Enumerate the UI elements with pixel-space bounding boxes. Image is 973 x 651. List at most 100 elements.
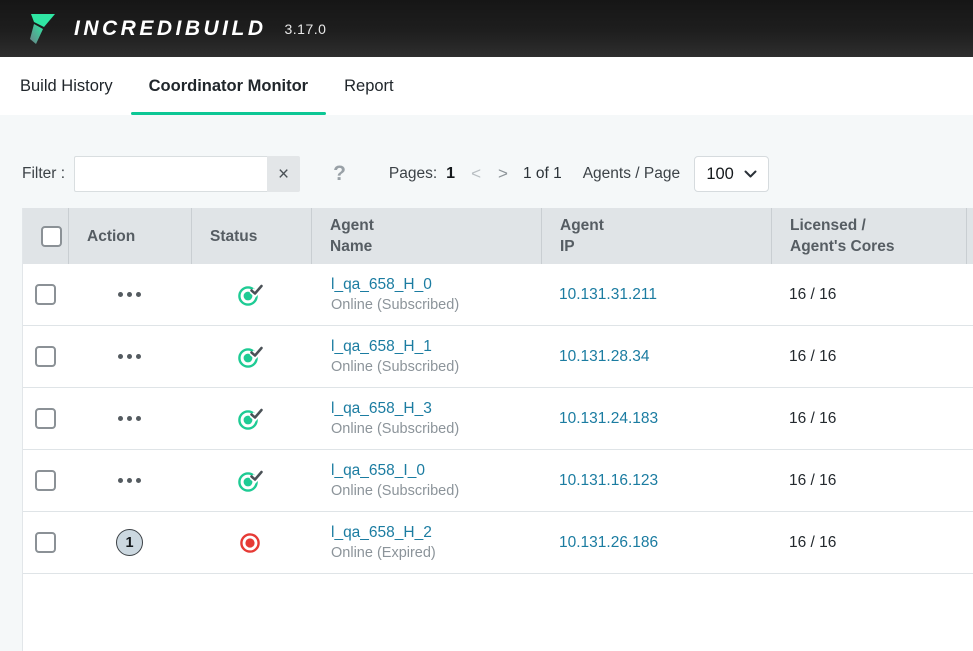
tab-label: Build History: [20, 77, 113, 96]
column-header-label: Status: [210, 226, 311, 247]
select-all-checkbox[interactable]: [41, 226, 62, 247]
agent-ip: 10.131.31.211: [559, 286, 657, 304]
column-header-label: Licensed /: [790, 215, 966, 236]
row-checkbox[interactable]: [35, 470, 56, 491]
table-empty-space: [23, 574, 973, 651]
agent-name-cell: l_qa_658_H_0 Online (Subscribed): [311, 276, 541, 313]
agent-name-link[interactable]: l_qa_658_H_0: [331, 276, 432, 294]
select-all-header-cell: [23, 208, 68, 264]
agent-name-cell: l_qa_658_H_2 Online (Expired): [311, 524, 541, 561]
status-online-subscribed-icon: [237, 468, 265, 494]
agent-status-text: Online (Expired): [331, 545, 436, 561]
cores-cell: 16 / 16: [771, 286, 966, 304]
previous-page-icon[interactable]: <: [471, 164, 481, 184]
row-checkbox[interactable]: [35, 346, 56, 367]
row-checkbox[interactable]: [35, 408, 56, 429]
row-select-cell: [23, 408, 68, 429]
column-header-agent-ip: Agent IP: [541, 208, 771, 264]
licensed-cores: 16 / 16: [789, 286, 836, 304]
agent-status-text: Online (Subscribed): [331, 483, 459, 499]
licensed-cores: 16 / 16: [789, 472, 836, 490]
filter-input-group: ×: [74, 156, 300, 192]
row-checkbox[interactable]: [35, 284, 56, 305]
tab-build-history[interactable]: Build History: [2, 57, 131, 115]
status-online-expired-icon: [237, 530, 265, 556]
agent-name-cell: l_qa_658_I_0 Online (Subscribed): [311, 462, 541, 499]
cores-cell: 16 / 16: [771, 348, 966, 366]
agent-status-text: Online (Subscribed): [331, 359, 459, 375]
table-row: l_qa_658_H_0 Online (Subscribed) 10.131.…: [23, 264, 973, 326]
column-header-label: Action: [87, 226, 191, 247]
filter-row: Filter : × ? Pages: 1 < > 1 of 1 Agents …: [22, 156, 973, 192]
main-tab-bar: Build History Coordinator Monitor Report: [0, 57, 973, 115]
column-header-overflow: [966, 208, 973, 264]
status-cell: [191, 530, 311, 556]
licensed-cores: 16 / 16: [789, 534, 836, 552]
app-version: 3.17.0: [285, 21, 327, 37]
row-select-cell: [23, 470, 68, 491]
app-header: INCREDIBUILD 3.17.0: [0, 0, 973, 57]
agents-per-page-select[interactable]: 100: [694, 156, 769, 192]
agent-name-link[interactable]: l_qa_658_H_1: [331, 338, 432, 356]
column-header-licensed-cores: Licensed / Agent's Cores: [771, 208, 966, 264]
status-cell: [191, 468, 311, 494]
agent-ip: 10.131.28.34: [559, 348, 650, 366]
content-area: Filter : × ? Pages: 1 < > 1 of 1 Agents …: [0, 115, 973, 651]
status-cell: [191, 344, 311, 370]
agent-ip-cell: 10.131.26.186: [541, 534, 771, 552]
cores-cell: 16 / 16: [771, 472, 966, 490]
pages-label: Pages:: [389, 165, 437, 183]
page-range-text: 1 of 1: [523, 165, 562, 183]
coordinator-monitor-screen: INCREDIBUILD 3.17.0 Build History Coordi…: [0, 0, 973, 651]
row-select-cell: [23, 346, 68, 367]
row-select-cell: [23, 284, 68, 305]
clear-filter-button[interactable]: ×: [267, 156, 300, 192]
agent-name-link[interactable]: l_qa_658_H_3: [331, 400, 432, 418]
filter-label: Filter :: [22, 165, 65, 183]
current-page-number: 1: [446, 165, 455, 183]
agent-name-cell: l_qa_658_H_3 Online (Subscribed): [311, 400, 541, 437]
column-header-label: Agent: [560, 215, 771, 236]
brand-wordmark: INCREDIBUILD: [74, 17, 267, 41]
tab-coordinator-monitor[interactable]: Coordinator Monitor: [131, 57, 326, 115]
next-page-icon[interactable]: >: [498, 164, 508, 184]
actions-menu-icon[interactable]: [118, 478, 141, 483]
column-header-label: Agent's Cores: [790, 236, 966, 257]
agent-ip-cell: 10.131.28.34: [541, 348, 771, 366]
table-row: l_qa_658_H_3 Online (Subscribed) 10.131.…: [23, 388, 973, 450]
column-header-label: Name: [330, 236, 541, 257]
agent-name-link[interactable]: l_qa_658_H_2: [331, 524, 432, 542]
action-cell: [68, 354, 191, 359]
badge-count: 1: [125, 535, 133, 551]
agents-table: Action Status Agent Name Agent IP Licens…: [22, 208, 973, 651]
help-icon[interactable]: ?: [333, 162, 346, 186]
cores-cell: 16 / 16: [771, 410, 966, 428]
status-online-subscribed-icon: [237, 282, 265, 308]
status-online-subscribed-icon: [237, 344, 265, 370]
incredibuild-logo-icon: [24, 11, 60, 47]
actions-menu-icon[interactable]: [118, 292, 141, 297]
notification-count-badge[interactable]: 1: [116, 529, 143, 556]
status-online-subscribed-icon: [237, 406, 265, 432]
chevron-down-icon: [744, 170, 757, 179]
column-header-label: Agent: [330, 215, 541, 236]
action-cell: [68, 478, 191, 483]
agent-status-text: Online (Subscribed): [331, 421, 459, 437]
table-header-row: Action Status Agent Name Agent IP Licens…: [23, 208, 973, 264]
action-cell: [68, 416, 191, 421]
agent-ip-cell: 10.131.24.183: [541, 410, 771, 428]
status-cell: [191, 406, 311, 432]
filter-input[interactable]: [74, 156, 267, 192]
tab-report[interactable]: Report: [326, 57, 412, 115]
agent-name-link[interactable]: l_qa_658_I_0: [331, 462, 425, 480]
per-page-value: 100: [706, 165, 734, 184]
actions-menu-icon[interactable]: [118, 416, 141, 421]
actions-menu-icon[interactable]: [118, 354, 141, 359]
column-header-status: Status: [191, 208, 311, 264]
row-select-cell: [23, 532, 68, 553]
column-header-label: IP: [560, 236, 771, 257]
agent-ip: 10.131.24.183: [559, 410, 658, 428]
cores-cell: 16 / 16: [771, 534, 966, 552]
status-cell: [191, 282, 311, 308]
row-checkbox[interactable]: [35, 532, 56, 553]
